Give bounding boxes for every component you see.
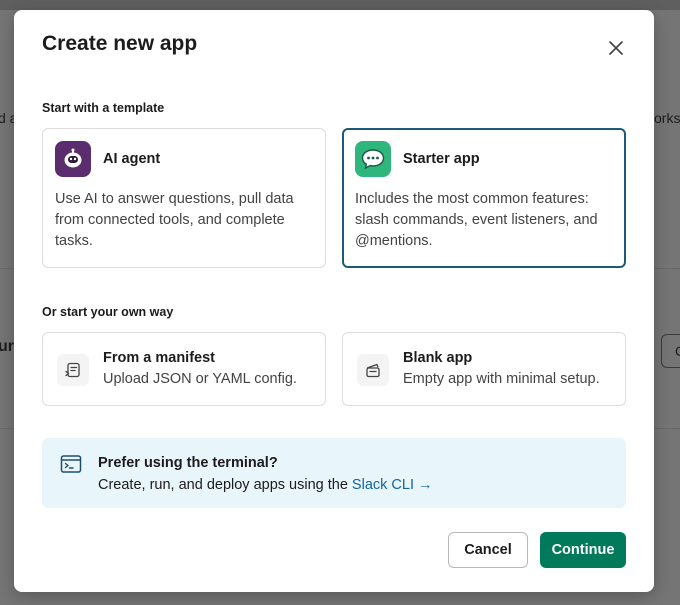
slack-cli-link[interactable]: Slack CLI →	[352, 477, 433, 493]
card-description: Includes the most common features: slash…	[355, 191, 598, 249]
card-title: From a manifest	[103, 350, 215, 366]
own-way-section-label: Or start your own way	[42, 305, 174, 319]
background-text: orksp	[654, 110, 680, 126]
terminal-description: Create, run, and deploy apps using the S…	[98, 477, 433, 493]
arrow-right-icon: →	[418, 477, 433, 493]
slack-cli-link-text: Slack CLI	[351, 477, 414, 493]
modal-title: Create new app	[42, 32, 198, 55]
continue-button[interactable]: Continue	[540, 532, 626, 568]
card-title: AI agent	[103, 151, 161, 167]
card-description: Empty app with minimal setup.	[403, 371, 600, 387]
card-title: Blank app	[403, 350, 473, 366]
template-section-label: Start with a template	[42, 101, 165, 115]
option-card-manifest[interactable]: From a manifest Upload JSON or YAML conf…	[42, 332, 326, 406]
card-description: Use AI to answer questions, pull data fr…	[55, 191, 294, 249]
card-title: Starter app	[403, 151, 480, 167]
manifest-icon	[57, 354, 89, 386]
template-card-starter-app[interactable]: Starter app Includes the most common fea…	[342, 128, 626, 268]
chat-bubble-icon	[355, 141, 391, 177]
terminal-callout: Prefer using the terminal? Create, run, …	[42, 438, 626, 508]
background-button: C	[661, 334, 680, 368]
terminal-title: Prefer using the terminal?	[98, 455, 278, 471]
background-topbar	[0, 0, 680, 10]
terminal-description-text: Create, run, and deploy apps using the	[98, 477, 352, 493]
blank-app-icon	[357, 354, 389, 386]
terminal-icon	[60, 454, 82, 479]
card-description: Upload JSON or YAML config.	[103, 371, 297, 387]
template-card-ai-agent[interactable]: AI agent Use AI to answer questions, pul…	[42, 128, 326, 268]
background-text: ur	[0, 338, 14, 355]
close-icon	[609, 41, 623, 55]
close-button[interactable]	[602, 34, 630, 62]
cancel-button[interactable]: Cancel	[448, 532, 528, 568]
option-card-blank-app[interactable]: Blank app Empty app with minimal setup.	[342, 332, 626, 406]
create-app-modal: Create new app Start with a template AI …	[14, 10, 654, 592]
robot-icon	[55, 141, 91, 177]
